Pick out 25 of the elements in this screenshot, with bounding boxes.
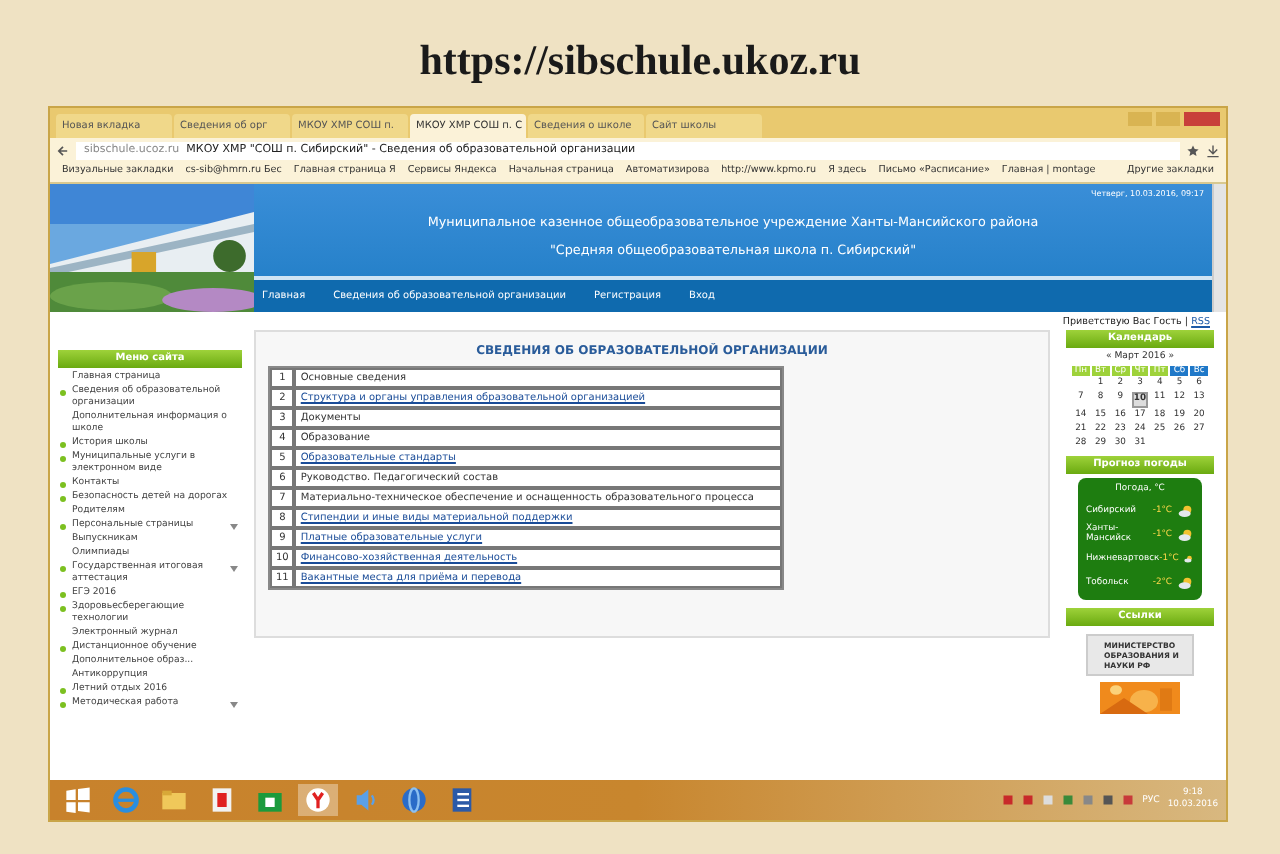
bullet-icon: [60, 495, 66, 501]
download-icon[interactable]: [1206, 143, 1220, 157]
slide-title: https://sibschule.ukoz.ru: [419, 36, 861, 86]
bullet-icon: [60, 687, 66, 693]
bullet-icon: [60, 565, 66, 571]
cloud-icon: [1178, 503, 1194, 517]
bullet-icon: [60, 481, 66, 487]
bullet-icon: [60, 389, 66, 395]
bullet-icon: [60, 645, 66, 651]
bullet-icon: [60, 455, 66, 461]
cloud-icon: [1184, 551, 1194, 565]
scrollbar[interactable]: [1212, 184, 1226, 312]
bullet-icon: [60, 591, 66, 597]
caret-icon: [230, 702, 238, 708]
back-icon[interactable]: [56, 143, 70, 157]
bullet-icon: [60, 523, 66, 529]
bullet-icon: [60, 701, 66, 707]
browser-icon[interactable]: [298, 784, 338, 816]
cloud-icon: [1178, 575, 1194, 589]
star-icon[interactable]: [1186, 143, 1200, 157]
caret-icon: [230, 524, 238, 530]
bullet-icon: [60, 441, 66, 447]
cloud-icon: [1178, 527, 1194, 541]
bullet-icon: [60, 605, 66, 611]
caret-icon: [230, 566, 238, 572]
